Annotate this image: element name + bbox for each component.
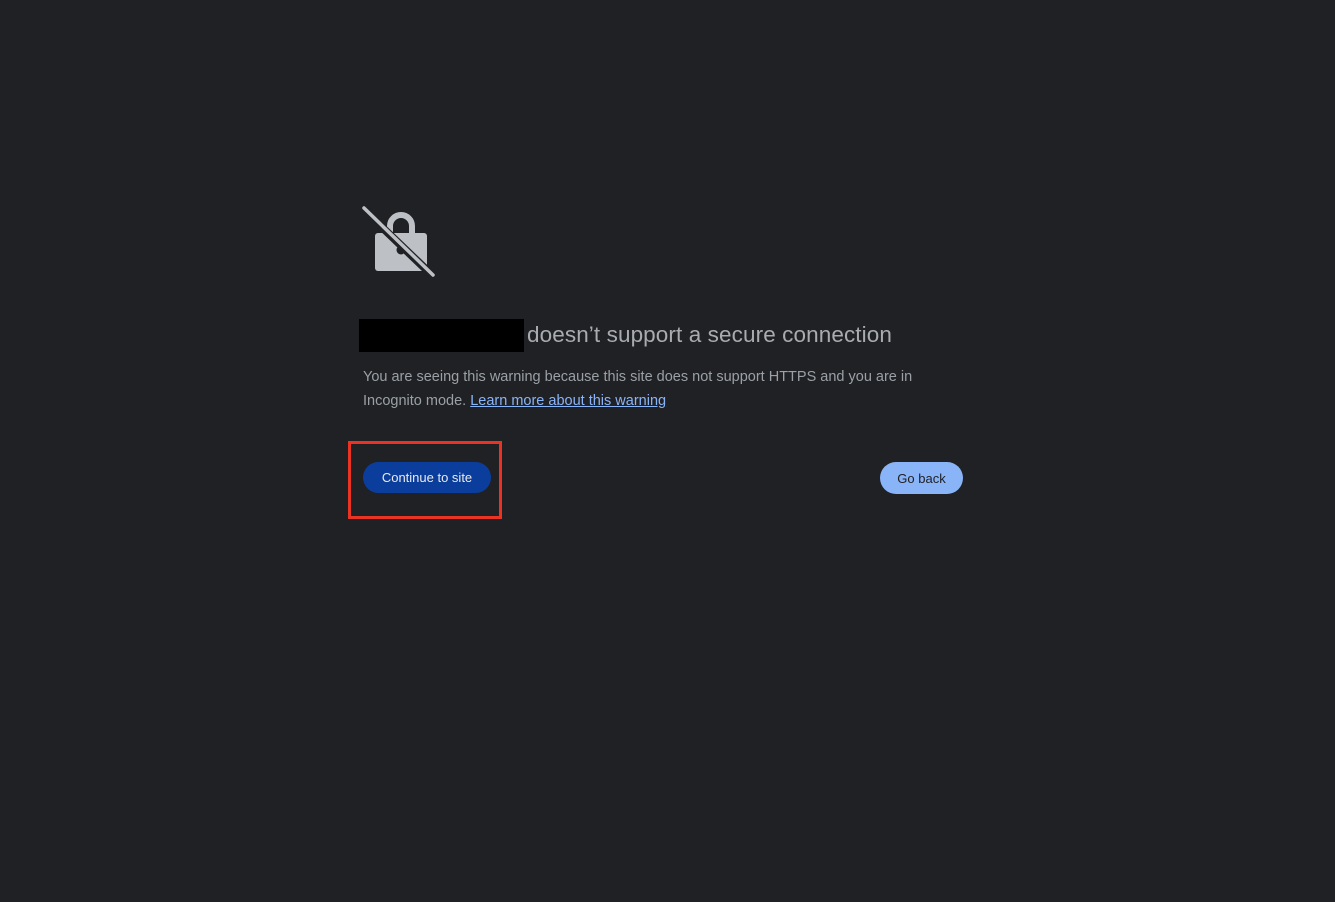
continue-to-site-button[interactable]: Continue to site [363, 462, 491, 493]
go-back-button[interactable]: Go back [880, 462, 963, 494]
redacted-hostname [359, 318, 524, 352]
learn-more-link[interactable]: Learn more about this warning [470, 393, 666, 409]
headline-text: doesn’t support a secure connection [527, 322, 892, 347]
warning-explanation: You are seeing this warning because this… [363, 365, 963, 413]
page-title: doesn’t support a secure connection [359, 318, 892, 352]
lock-crossed-icon [360, 204, 437, 280]
